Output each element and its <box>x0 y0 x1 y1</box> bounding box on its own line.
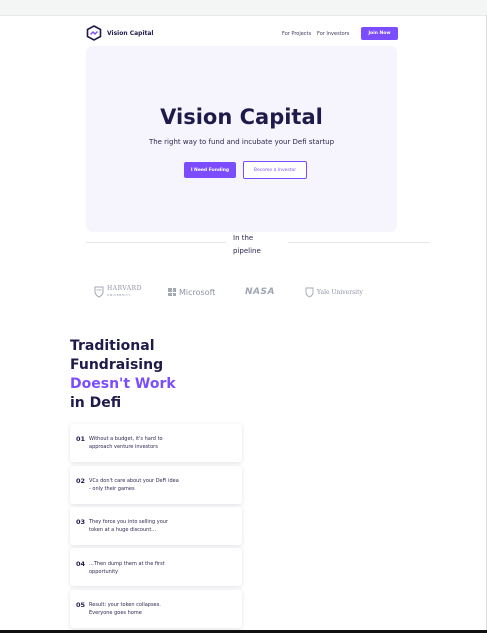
problem-card: 01 Without a budget, it's hard to approa… <box>70 424 242 462</box>
card-number: 01 <box>76 435 86 443</box>
pipeline-line-1: In the <box>233 234 254 242</box>
heading-accent: Doesn't Work <box>70 376 176 392</box>
section-heading: Traditional Fundraising Doesn't Work in … <box>70 337 176 413</box>
card-text-line-2: approach venture investors <box>89 444 158 450</box>
partner-microsoft-logo: Microsoft <box>168 284 215 300</box>
join-now-button[interactable]: Join Now <box>361 27 398 40</box>
card-text-line-1: VCs don't care about your DeFi idea <box>89 478 179 484</box>
heading-line-4: in Defi <box>70 395 122 411</box>
pipeline-label: In the pipeline <box>233 232 283 257</box>
brand-logo[interactable]: Vision Capital <box>86 25 153 41</box>
problem-card: 03 They force you into selling your toke… <box>70 507 242 545</box>
card-text-line-2: - only their games <box>89 486 135 492</box>
card-number: 04 <box>76 560 86 568</box>
hero-title: Vision Capital <box>160 105 323 129</box>
problem-card: 05 Result: your token collapses. Everyon… <box>70 590 242 628</box>
card-text-line-1: Without a budget, it's hard to <box>89 436 163 442</box>
card-text-line-2: Everyone goes home <box>89 610 142 616</box>
heading-line-1: Traditional <box>70 338 155 354</box>
card-text-line-2: token at a huge discount... <box>89 527 157 533</box>
microsoft-grid-icon <box>168 288 176 296</box>
heading-line-2: Fundraising <box>70 357 164 373</box>
pipeline-line-2: pipeline <box>233 246 261 255</box>
harvard-shield-icon <box>94 286 104 298</box>
card-text-line-2: opportunity <box>89 569 119 575</box>
card-number: 05 <box>76 601 86 609</box>
partner-yale-logo: Yale University <box>305 284 363 300</box>
harvard-sub: UNIVERSITY <box>107 293 131 297</box>
divider-left <box>86 242 226 243</box>
partner-nasa-logo: NASA <box>245 284 275 300</box>
partner-harvard-logo: HARVARD UNIVERSITY <box>94 284 142 300</box>
card-text-line-1: They force you into selling your <box>89 519 168 525</box>
logo-hexagon-icon <box>86 25 102 41</box>
need-funding-button[interactable]: I Need Funding <box>184 162 236 178</box>
microsoft-name: Microsoft <box>179 287 216 297</box>
brand-name: Vision Capital <box>107 29 154 37</box>
nav-for-projects[interactable]: For Projects <box>282 31 311 37</box>
yale-shield-icon <box>305 287 314 297</box>
become-investor-button[interactable]: Become a Investor <box>243 161 307 179</box>
card-text-line-1: Result: your token collapses. <box>89 602 161 608</box>
browser-top-strip <box>0 0 487 16</box>
card-number: 02 <box>76 477 86 485</box>
problem-card: 04 ...Then dump them at the first opport… <box>70 548 242 586</box>
divider-right <box>288 242 430 243</box>
nasa-name: NASA <box>245 287 275 297</box>
card-text-line-1: ...Then dump them at the first <box>89 561 165 567</box>
card-number: 03 <box>76 518 86 526</box>
yale-name: Yale University <box>317 288 363 296</box>
hero-subtitle: The right way to fund and incubate your … <box>148 138 335 146</box>
problem-card: 02 VCs don't care about your DeFi idea -… <box>70 466 242 504</box>
nav-for-investors[interactable]: For Investors <box>317 31 349 37</box>
